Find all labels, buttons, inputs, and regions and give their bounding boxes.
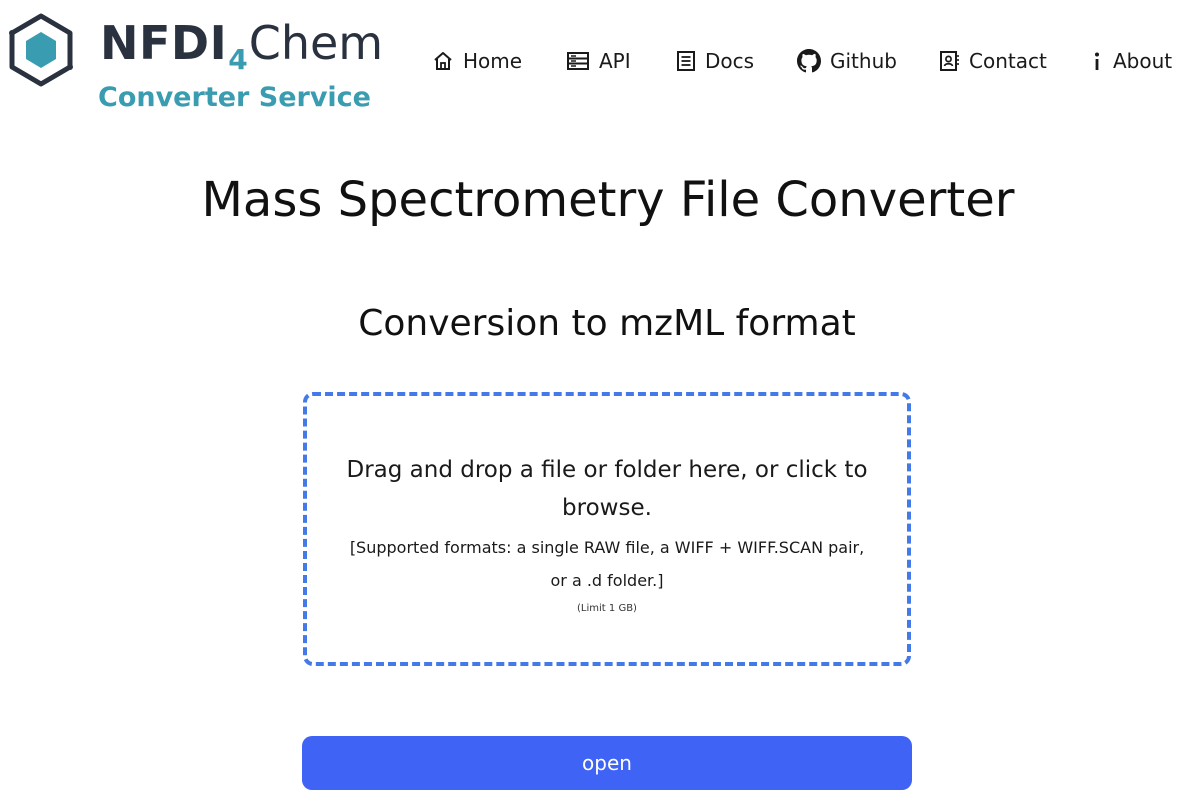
nav-item-docs[interactable]: Docs: [676, 44, 754, 78]
section-title: Conversion to mzML format: [358, 303, 856, 344]
nav-item-home[interactable]: Home: [432, 44, 522, 78]
nav-item-label: Contact: [969, 49, 1047, 73]
nav-item-label: Github: [830, 49, 897, 73]
nav-item-label: Docs: [705, 49, 755, 73]
hexagon-logo-icon: [9, 13, 73, 87]
nav-item-api[interactable]: API: [566, 44, 631, 78]
nav-item-label: About: [1113, 49, 1173, 73]
page: NFDI4Chem Converter Service Home API Doc…: [0, 0, 1200, 800]
brand-wordmark-four: 4: [228, 43, 248, 76]
github-icon: [797, 49, 821, 73]
document-icon: [677, 51, 695, 71]
contact-card-icon: [940, 51, 959, 71]
nav-item-label: Home: [463, 49, 523, 73]
nav-item-about[interactable]: About: [1090, 44, 1172, 78]
file-dropzone[interactable]: Drag and drop a file or folder here, or …: [303, 392, 911, 666]
open-button[interactable]: open: [302, 736, 912, 790]
dropzone-instruction: Drag and drop a file or folder here, or …: [346, 456, 868, 521]
info-icon: [1095, 52, 1099, 70]
brand-wordmark: NFDI4Chem: [100, 20, 383, 74]
brand-wordmark-chem: Chem: [248, 16, 384, 70]
nav-item-contact[interactable]: Contact: [938, 44, 1047, 78]
page-title: Mass Spectrometry File Converter: [201, 172, 1015, 228]
dropzone-size-limit: (Limit 1 GB): [577, 602, 637, 614]
brand-subtitle: Converter Service: [98, 82, 371, 113]
dropzone-supported-formats: [Supported formats: a single RAW file, a…: [349, 537, 865, 590]
brand-logo[interactable]: NFDI4Chem Converter Service: [6, 10, 406, 120]
home-icon: [434, 52, 452, 70]
server-icon: [567, 52, 589, 70]
nav-item-github[interactable]: Github: [797, 44, 897, 78]
brand-wordmark-nfdi: NFDI: [100, 16, 228, 70]
nav-item-label: API: [599, 49, 631, 73]
